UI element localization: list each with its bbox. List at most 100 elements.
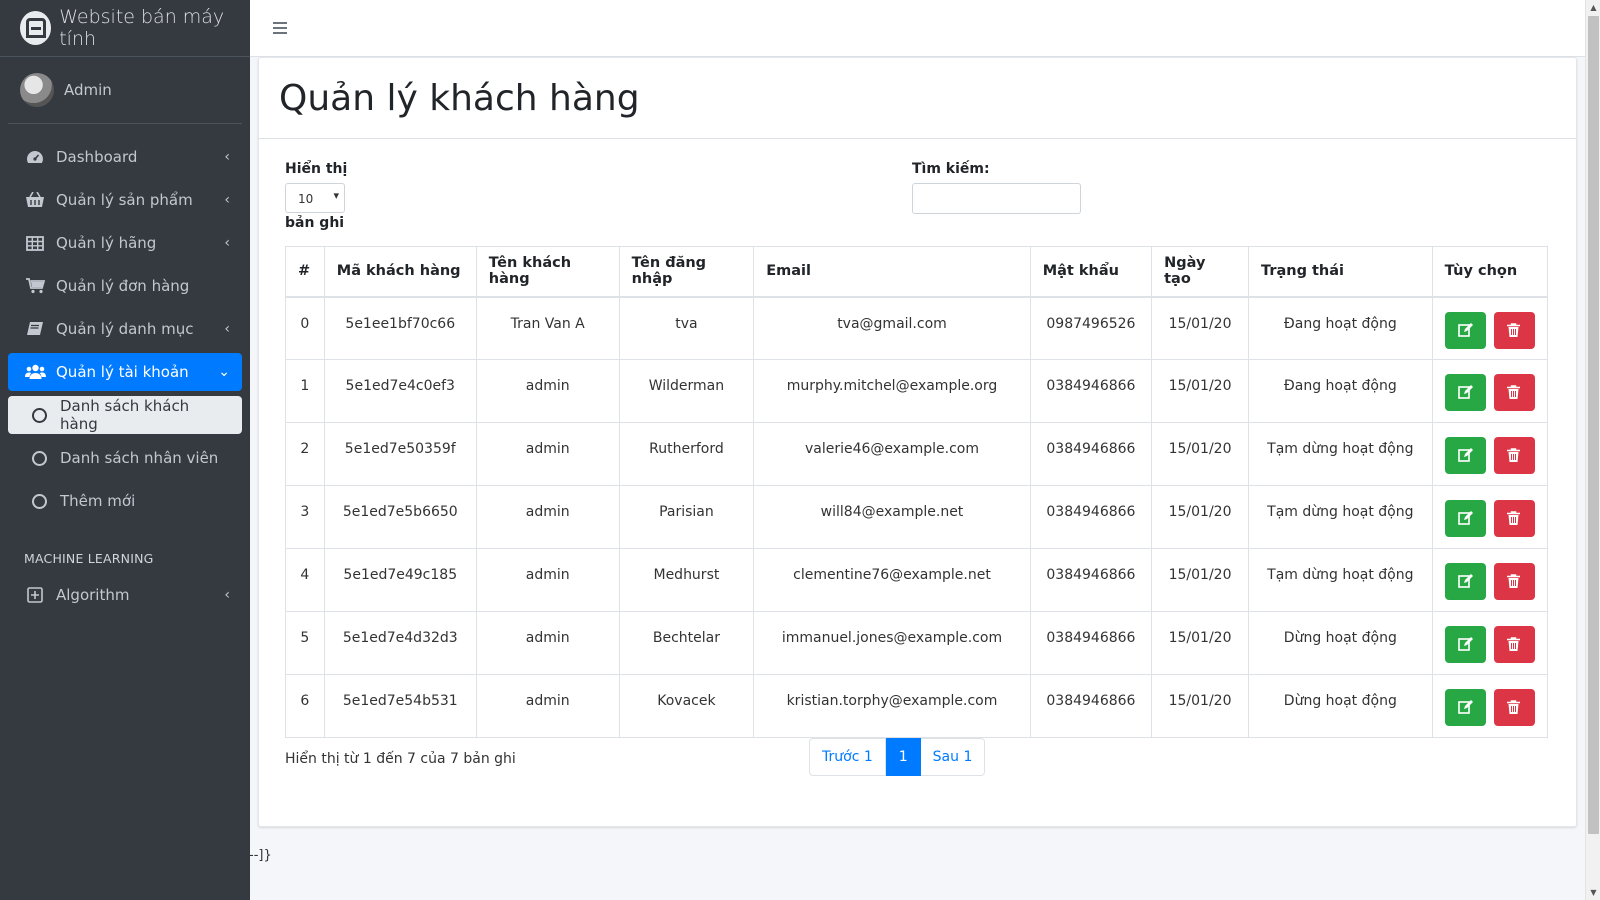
user-panel[interactable]: Admin [8, 57, 242, 124]
cell-customer-id: 5e1ed7e4c0ef3 [323, 359, 477, 423]
sidebar-nav-ml: Algorithm ‹ [0, 576, 250, 614]
cell-customer-name: admin [475, 359, 620, 423]
scroll-down-arrow[interactable]: ▼ [1586, 885, 1600, 900]
table-controls: Hiển thị 10 bản ghi Tìm kiếm: [285, 161, 1555, 236]
stray-text: --]} [249, 848, 272, 863]
cell-index: 2 [285, 422, 325, 486]
cell-email: will84@example.net [753, 485, 1031, 549]
edit-button[interactable] [1444, 689, 1486, 726]
edit-icon [1457, 700, 1473, 714]
pagination-prev[interactable]: Trước 1 [809, 738, 886, 776]
book-icon [24, 320, 46, 338]
column-header[interactable]: Email [753, 246, 1031, 298]
delete-button[interactable] [1494, 374, 1536, 411]
sidebar-item-label: Dashboard [56, 148, 138, 166]
sidebar-subitem-label: Danh sách nhân viên [60, 449, 219, 467]
cell-username: Medhurst [618, 548, 755, 612]
delete-button[interactable] [1494, 311, 1536, 349]
cell-customer-id: 5e1ed7e54b531 [323, 674, 477, 738]
pagination-next[interactable]: Sau 1 [920, 738, 986, 776]
sidebar-item-products[interactable]: Quản lý sản phẩm ‹ [8, 181, 242, 219]
sidebar-subitem-staff-list[interactable]: Danh sách nhân viên [8, 439, 242, 477]
trash-icon [1507, 448, 1521, 462]
cell-created-date: 15/01/20 [1151, 674, 1250, 738]
cell-email: immanuel.jones@example.com [753, 611, 1031, 675]
chevron-left-icon: ‹ [224, 235, 230, 251]
sidebar-subitem-label: Thêm mới [60, 492, 136, 510]
delete-button[interactable] [1494, 437, 1536, 474]
sidebar-item-categories[interactable]: Quản lý danh mục ‹ [8, 310, 242, 348]
edit-button[interactable] [1444, 374, 1486, 411]
scroll-thumb[interactable] [1588, 16, 1599, 834]
cell-actions [1431, 359, 1549, 423]
sidebar-item-accounts[interactable]: Quản lý tài khoản ⌄ [8, 353, 242, 391]
sidebar-item-label: Quản lý sản phẩm [56, 191, 193, 209]
column-header[interactable]: Mã khách hàng [323, 246, 477, 298]
table-row: 0 5e1ee1bf70c66 Tran Van A tva tva@gmail… [285, 296, 1549, 360]
table-row: 6 5e1ed7e54b531 admin Kovacek kristian.t… [285, 674, 1549, 738]
column-header[interactable]: Trạng thái [1248, 246, 1433, 298]
cell-customer-name: admin [475, 611, 620, 675]
delete-button[interactable] [1494, 563, 1536, 600]
cell-password: 0384946866 [1029, 611, 1153, 675]
cell-password: 0987496526 [1029, 296, 1153, 360]
trash-icon [1507, 385, 1521, 399]
cell-status: Đang hoạt động [1248, 359, 1433, 423]
brand-title: Website bán máy tính [59, 6, 225, 50]
sidebar-item-brands[interactable]: Quản lý hãng ‹ [8, 224, 242, 262]
trash-icon [1507, 700, 1521, 714]
table-row: 2 5e1ed7e50359f admin Rutherford valerie… [285, 422, 1549, 486]
circle-icon [28, 406, 50, 424]
length-label: Hiển thị [285, 161, 348, 177]
brand-link[interactable]: Website bán máy tính [0, 0, 250, 57]
table-row: 3 5e1ed7e5b6650 admin Parisian will84@ex… [285, 485, 1549, 549]
column-header[interactable]: Mật khẩu [1029, 246, 1153, 298]
cell-username: tva [618, 296, 755, 360]
column-header[interactable]: # [285, 246, 325, 298]
cell-status: Tạm dừng hoạt động [1248, 485, 1433, 549]
search-input[interactable] [912, 183, 1081, 214]
table-info: Hiển thị từ 1 đến 7 của 7 bản ghi [285, 751, 516, 767]
column-header[interactable]: Ngày tạo [1151, 246, 1250, 298]
cell-customer-name: admin [475, 674, 620, 738]
edit-icon [1457, 448, 1473, 462]
content-card: Quản lý khách hàng Hiển thị 10 bản ghi T… [258, 57, 1577, 827]
cell-customer-id: 5e1ee1bf70c66 [323, 296, 477, 360]
length-select[interactable]: 10 [285, 183, 345, 213]
sidebar-subitem-customer-list[interactable]: Danh sách khách hàng [8, 396, 242, 434]
edit-button[interactable] [1444, 311, 1486, 349]
delete-button[interactable] [1494, 689, 1536, 726]
cell-status: Đang hoạt động [1248, 296, 1433, 360]
cell-customer-name: admin [475, 485, 620, 549]
user-name: Admin [64, 81, 112, 99]
sidebar-item-dashboard[interactable]: Dashboard ‹ [8, 138, 242, 176]
trash-icon [1507, 511, 1521, 525]
card-header: Quản lý khách hàng [259, 58, 1576, 139]
cell-status: Tạm dừng hoạt động [1248, 422, 1433, 486]
sidebar-subitem-add-new[interactable]: Thêm mới [8, 482, 242, 520]
cell-email: murphy.mitchel@example.org [753, 359, 1031, 423]
basket-icon [24, 191, 46, 209]
delete-button[interactable] [1494, 500, 1536, 537]
cell-created-date: 15/01/20 [1151, 485, 1250, 549]
cell-actions [1431, 674, 1549, 738]
column-header[interactable]: Tên đăng nhập [618, 246, 755, 298]
edit-button[interactable] [1444, 626, 1486, 663]
search-label: Tìm kiếm: [912, 161, 990, 177]
sidebar-item-orders[interactable]: Quản lý đơn hàng [8, 267, 242, 305]
plus-square-icon [24, 586, 46, 604]
pagination-page-current[interactable]: 1 [885, 738, 921, 776]
edit-button[interactable] [1444, 500, 1486, 537]
edit-button[interactable] [1444, 563, 1486, 600]
page-scrollbar[interactable]: ▲ ▼ [1585, 0, 1600, 900]
edit-icon [1457, 511, 1473, 525]
cell-actions [1431, 611, 1549, 675]
trash-icon [1507, 637, 1521, 651]
sidebar-item-algorithm[interactable]: Algorithm ‹ [8, 576, 242, 614]
column-header[interactable]: Tùy chọn [1431, 246, 1549, 298]
edit-button[interactable] [1444, 437, 1486, 474]
scroll-up-arrow[interactable]: ▲ [1586, 0, 1600, 15]
menu-icon[interactable] [272, 16, 288, 40]
column-header[interactable]: Tên khách hàng [475, 246, 620, 298]
delete-button[interactable] [1494, 626, 1536, 663]
